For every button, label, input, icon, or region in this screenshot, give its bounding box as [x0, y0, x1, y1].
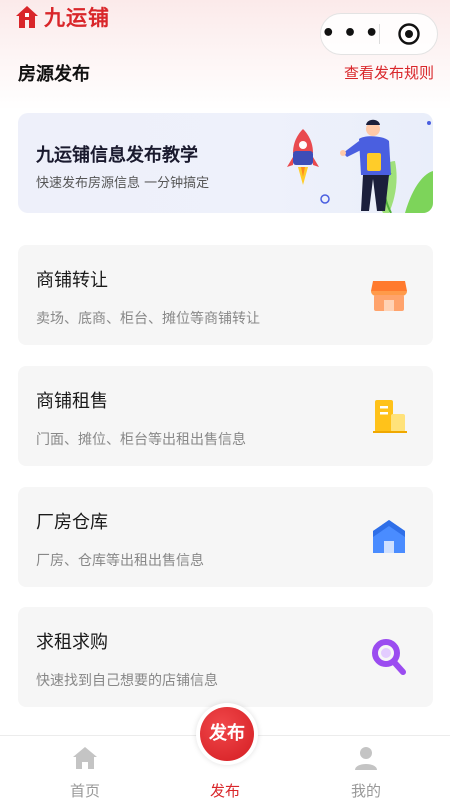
category-card-factory-warehouse[interactable]: 厂房仓库 厂房、仓库等出租出售信息 [18, 487, 433, 587]
category-card-seek-rent-buy[interactable]: 求租求购 快速找到自己想要的店铺信息 [18, 607, 433, 707]
mini-program-capsule: • • • [320, 13, 438, 55]
card-title: 求租求购 [36, 632, 108, 653]
card-desc: 门面、摊位、柜台等出租出售信息 [36, 432, 246, 448]
card-title: 厂房仓库 [36, 512, 108, 533]
more-dots-icon[interactable]: • • • [321, 23, 379, 45]
category-card-shop-rent-sale[interactable]: 商铺租售 门面、摊位、柜台等出租出售信息 [18, 366, 433, 466]
target-close-icon[interactable] [380, 22, 437, 46]
tab-label-publish: 发布 [209, 782, 240, 800]
user-icon [355, 747, 377, 770]
banner-title: 九运铺信息发布教学 [36, 145, 198, 166]
card-desc: 厂房、仓库等出租出售信息 [36, 553, 204, 569]
house-logo-icon [16, 6, 38, 28]
rocket-person-illustration-icon [287, 119, 433, 213]
warehouse-icon [373, 520, 405, 553]
banner-subtitle: 快速发布房源信息 一分钟搞定 [36, 176, 210, 191]
tutorial-banner[interactable]: 九运铺信息发布教学 快速发布房源信息 一分钟搞定 [18, 113, 433, 213]
building-icon [373, 400, 407, 433]
top-bar: 九运铺 • • • [0, 0, 450, 55]
publish-button-label: 发布 [200, 707, 254, 761]
category-card-shop-transfer[interactable]: 商铺转让 卖场、底商、柜台、摊位等商铺转让 [18, 245, 433, 345]
card-desc: 快速找到自己想要的店铺信息 [36, 673, 218, 689]
card-title: 商铺转让 [36, 270, 108, 291]
tab-label-home: 首页 [69, 782, 100, 800]
publish-button[interactable]: 发布 [196, 703, 258, 765]
card-desc: 卖场、底商、柜台、摊位等商铺转让 [36, 311, 260, 327]
rules-link[interactable]: 查看发布规则 [344, 62, 434, 83]
brand-logo: 九运铺 [14, 2, 110, 32]
brand-name: 九运铺 [44, 6, 110, 30]
card-title: 商铺租售 [36, 391, 108, 412]
search-icon [372, 639, 406, 675]
shop-icon [371, 281, 407, 311]
page-title: 房源发布 [18, 64, 90, 85]
home-icon [73, 747, 97, 769]
tab-label-mine: 我的 [350, 782, 381, 800]
